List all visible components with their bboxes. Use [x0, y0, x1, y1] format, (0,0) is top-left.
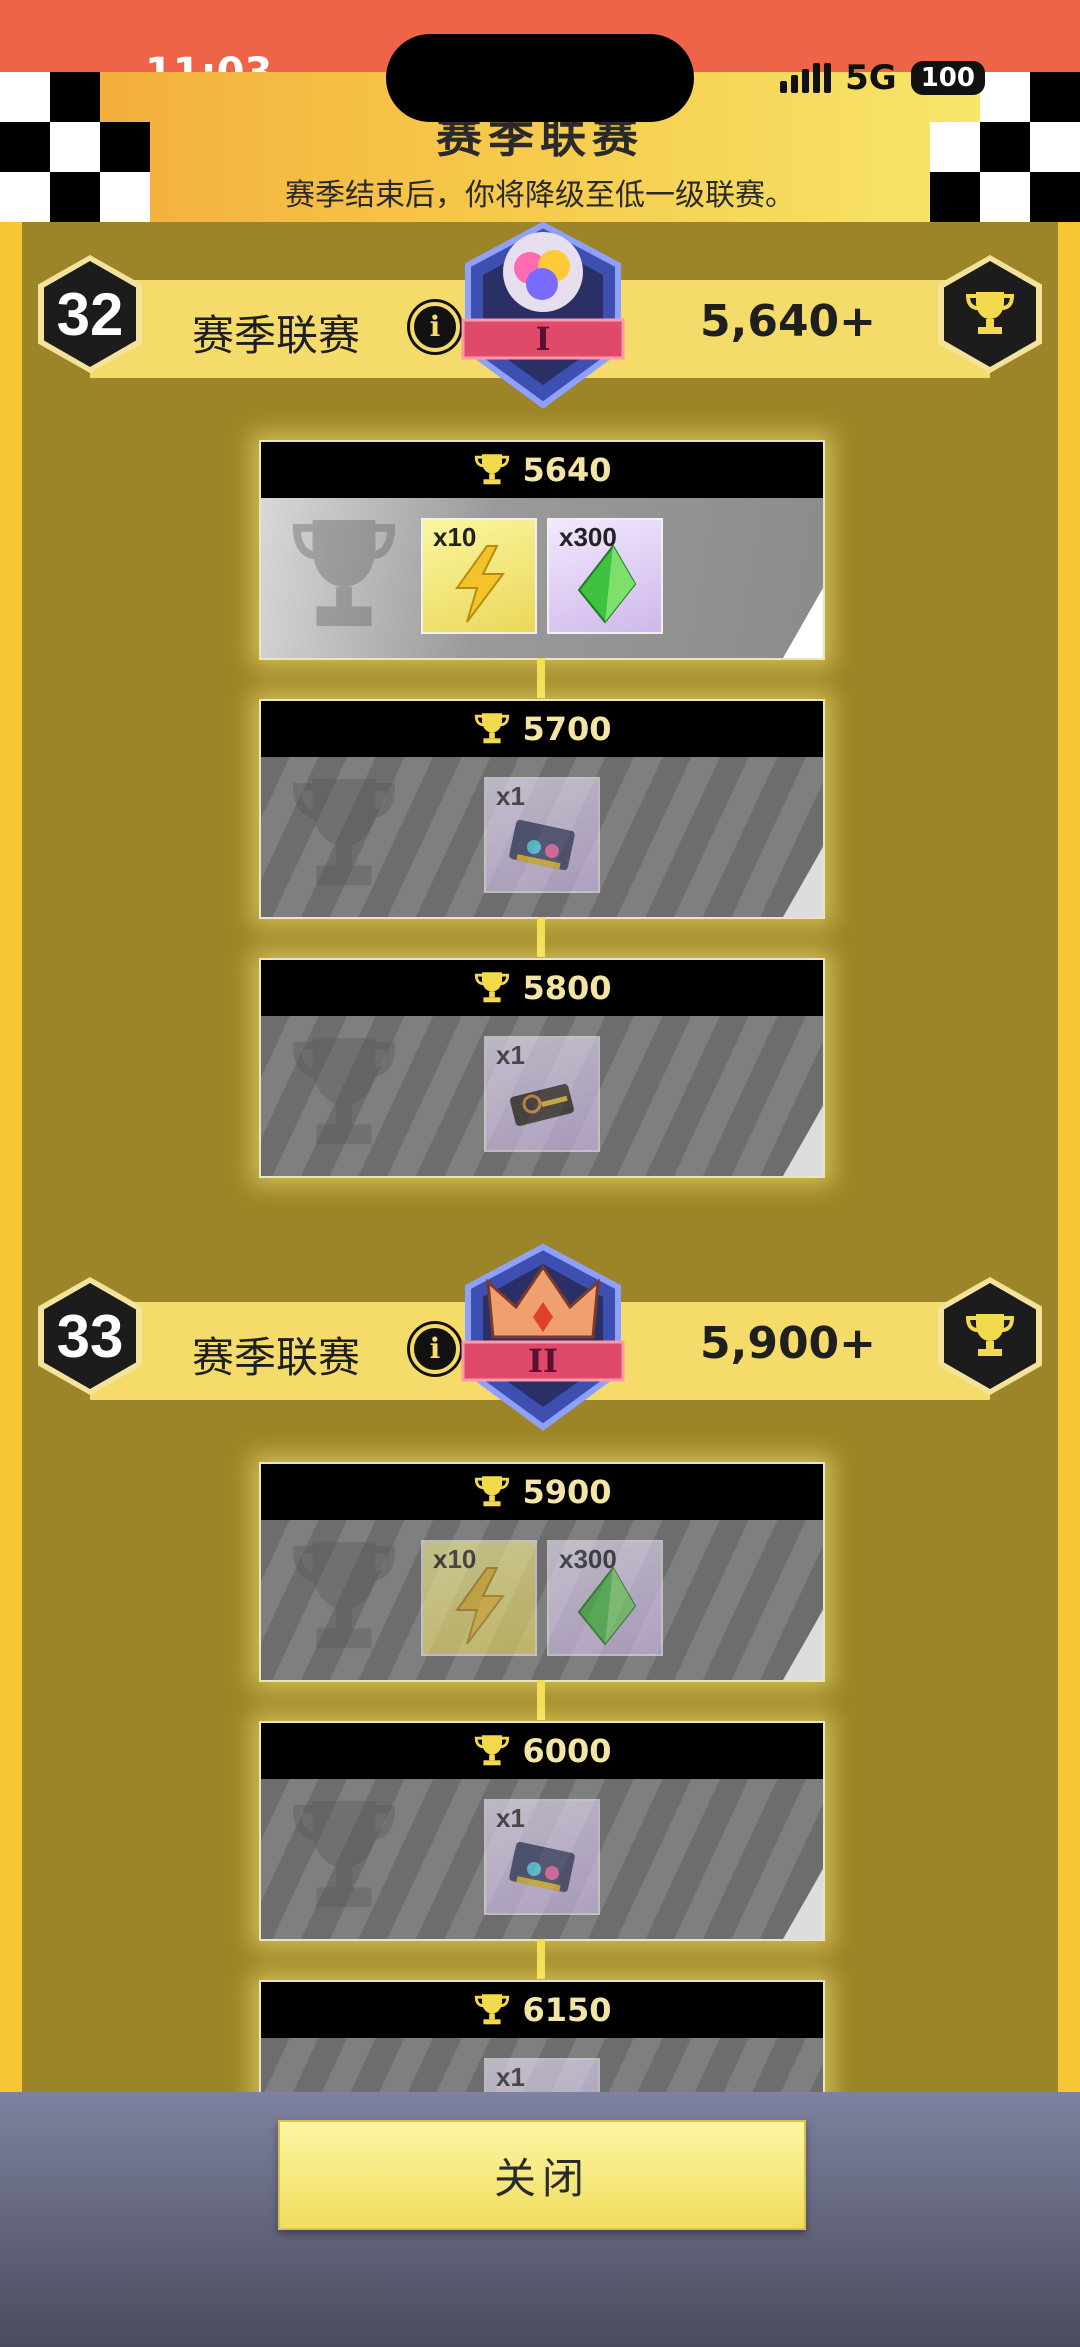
badge-numeral: II [528, 1342, 558, 1380]
reward-items: x1 [261, 777, 823, 893]
reward-item[interactable]: x1 [484, 1036, 600, 1152]
trophy-icon [475, 1735, 510, 1766]
reward-item[interactable]: x10 [421, 1540, 537, 1656]
reward-card[interactable]: 5800 x1 [259, 958, 825, 1178]
reward-item[interactable]: x1 [484, 1799, 600, 1915]
info-icon[interactable]: i [410, 1324, 460, 1374]
league-row-32: 32 赛季联赛 i 5,640+ I [0, 221, 1080, 409]
green-gem-icon [577, 544, 637, 624]
league-name: 赛季联赛 [192, 311, 361, 360]
reward-card-header: 5900 [261, 1464, 823, 1520]
trophy-icon [475, 713, 510, 744]
reward-card-header: 6150 [261, 1982, 823, 2038]
card-connector [537, 917, 545, 957]
league-threshold: 5,640+ [700, 296, 877, 347]
camera-notch [386, 34, 694, 122]
trophy-icon [965, 292, 1015, 334]
reward-card-header: 6000 [261, 1723, 823, 1779]
reward-trophy-count: 5800 [522, 969, 612, 1007]
trophy-icon [475, 972, 510, 1003]
status-indicators: 5G 100 [780, 58, 985, 98]
corner-stripe [783, 1106, 823, 1176]
league-rank-badge-i: I [461, 221, 625, 409]
reward-items: x1 [261, 1036, 823, 1152]
reward-card-header: 5800 [261, 960, 823, 1016]
signal-icon [780, 63, 832, 93]
reward-trophy-count: 5700 [522, 710, 612, 748]
reward-card[interactable]: 5700 x1 [259, 699, 825, 919]
corner-stripe [783, 1869, 823, 1939]
network-type: 5G [845, 58, 897, 98]
trophy-icon [475, 1994, 510, 2025]
info-icon[interactable]: i [410, 302, 460, 352]
reward-card-header: 5640 [261, 442, 823, 498]
reward-trophy-count: 6000 [522, 1732, 612, 1770]
corner-stripe [783, 1610, 823, 1680]
reward-item[interactable]: x10 [421, 518, 537, 634]
reward-trophy-count: 5900 [522, 1473, 612, 1511]
reward-card[interactable]: 6000 x1 [259, 1721, 825, 1941]
league-rank-badge-ii: II [461, 1243, 625, 1431]
battery-icon: 100 [910, 61, 985, 95]
trophy-icon [475, 454, 510, 485]
right-rail [1058, 222, 1080, 2092]
left-rail [0, 222, 22, 2092]
reward-trophy-count: 6150 [522, 1991, 612, 2029]
league-row-33: 33 赛季联赛 i 5,900+ II [0, 1243, 1080, 1431]
reward-items: x1 [261, 1799, 823, 1915]
card-connector [537, 1680, 545, 1720]
card-pack-icon [509, 819, 575, 871]
league-name: 赛季联赛 [192, 1333, 361, 1382]
reward-item[interactable]: x1 [484, 777, 600, 893]
badge-numeral: I [536, 320, 551, 358]
card-connector [537, 1939, 545, 1979]
lightning-icon [455, 545, 505, 623]
lightning-icon [455, 1567, 505, 1645]
reward-item[interactable]: x300 [547, 1540, 663, 1656]
card-pack-icon [509, 1841, 575, 1893]
card-connector [537, 658, 545, 698]
reward-item[interactable]: x300 [547, 518, 663, 634]
ticket-icon [510, 1084, 574, 1126]
league-number: 33 [56, 1302, 124, 1370]
reward-card-header: 5700 [261, 701, 823, 757]
trophy-icon [475, 1476, 510, 1507]
reward-card[interactable]: 5640 x10 x300 [259, 440, 825, 660]
green-gem-icon [577, 1566, 637, 1646]
league-threshold: 5,900+ [700, 1318, 877, 1369]
corner-stripe [783, 847, 823, 917]
trophy-icon [965, 1314, 1015, 1356]
close-button[interactable]: 关闭 [278, 2120, 806, 2230]
reward-trophy-count: 5640 [522, 451, 612, 489]
reward-card[interactable]: 5900 x10 x300 [259, 1462, 825, 1682]
banner-subtitle: 赛季结束后，你将降级至低一级联赛。 [285, 178, 795, 213]
corner-stripe [783, 588, 823, 658]
league-number: 32 [56, 280, 124, 348]
footer-panel: 关闭 [0, 2092, 1080, 2347]
reward-items: x10 x300 [261, 518, 823, 634]
reward-items: x10 x300 [261, 1540, 823, 1656]
